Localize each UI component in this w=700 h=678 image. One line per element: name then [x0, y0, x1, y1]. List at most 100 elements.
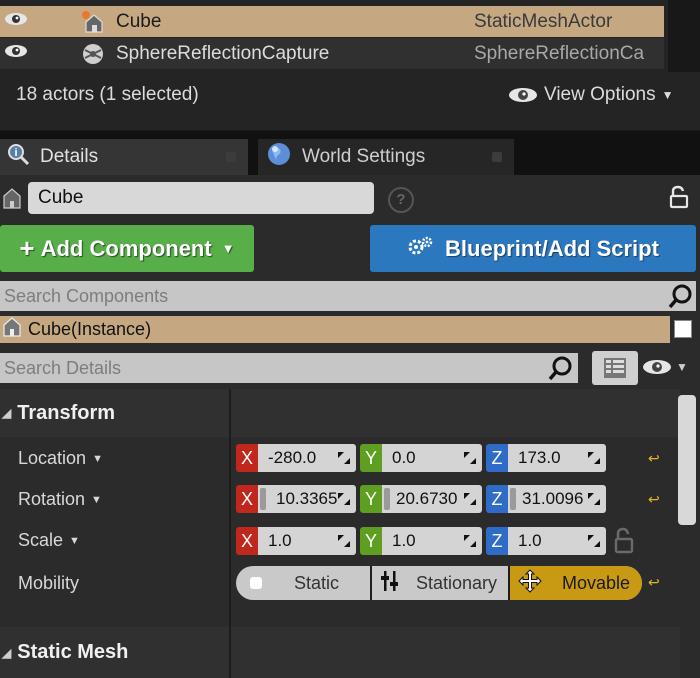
reset-to-default-icon[interactable]: ↩ — [648, 574, 660, 591]
search-components-input[interactable]: Search Components — [0, 281, 696, 311]
globe-icon — [266, 141, 292, 173]
lock-icon[interactable] — [668, 185, 690, 214]
mobility-movable-option[interactable]: Movable — [508, 566, 642, 600]
actor-icon — [2, 186, 22, 215]
static-mesh-section-header[interactable]: ◢ Static Mesh — [0, 627, 680, 678]
drag-handle-icon[interactable] — [464, 452, 476, 464]
static-mesh-actor-icon — [76, 10, 110, 34]
axis-z-label: Z — [486, 527, 508, 555]
visibility-eye-icon[interactable] — [2, 43, 30, 64]
section-title: Transform — [17, 401, 116, 424]
chevron-down-icon: ▼ — [69, 534, 80, 547]
drag-handle-icon[interactable] — [588, 535, 600, 547]
component-checkbox[interactable] — [674, 320, 692, 338]
blueprint-label: Blueprint/Add Script — [445, 235, 659, 261]
tab-details[interactable]: i Details — [0, 139, 248, 175]
reset-to-default-icon[interactable]: ↩ — [648, 450, 660, 467]
help-icon[interactable]: ? — [388, 187, 414, 213]
grid-icon — [604, 358, 626, 378]
axis-y-label: Y — [360, 527, 382, 555]
rotation-z-field[interactable]: Z 31.0096 — [486, 485, 606, 513]
expand-arrow-icon: ◢ — [2, 645, 12, 660]
search-details-input[interactable]: Search Details — [0, 353, 578, 383]
outliner-scrollbar[interactable] — [668, 0, 700, 72]
axis-y-label: Y — [360, 485, 382, 513]
tab-label: World Settings — [302, 146, 426, 167]
column-divider[interactable] — [229, 627, 231, 678]
details-scrollbar[interactable] — [678, 395, 696, 525]
axis-z-label: Z — [486, 444, 508, 472]
actor-count: 18 actors (1 selected) — [16, 84, 199, 105]
tab-close-icon[interactable] — [492, 152, 502, 162]
search-icon — [668, 283, 694, 314]
location-label[interactable]: Location ▼ — [18, 448, 103, 469]
scale-y-value: 1.0 — [392, 531, 416, 550]
mobility-stationary-option[interactable]: Stationary — [370, 566, 508, 600]
add-component-button[interactable]: + Add Component ▼ — [0, 225, 254, 272]
location-x-value: -280.0 — [268, 448, 317, 467]
mobility-stationary-label: Stationary — [416, 572, 498, 593]
mobility-movable-label: Movable — [562, 572, 631, 593]
scale-x-field[interactable]: X 1.0 — [236, 527, 356, 555]
axis-x-label: X — [236, 444, 258, 472]
rotation-y-field[interactable]: Y 20.6730 — [360, 485, 482, 513]
actor-icon — [2, 316, 22, 343]
scale-x-value: 1.0 — [268, 531, 292, 550]
actor-name: SphereReflectionCapture — [116, 42, 330, 64]
transform-section-header[interactable]: ◢ Transform — [0, 389, 680, 437]
reset-to-default-icon[interactable]: ↩ — [648, 491, 660, 508]
scale-y-field[interactable]: Y 1.0 — [360, 527, 482, 555]
chevron-down-icon: ▼ — [221, 241, 235, 256]
actor-name: Cube — [116, 10, 162, 32]
mobility-selector[interactable]: Static Stationary Movable — [236, 566, 642, 600]
axis-x-label: X — [236, 527, 258, 555]
location-y-field[interactable]: Y 0.0 — [360, 444, 482, 472]
rotation-label[interactable]: Rotation ▼ — [18, 489, 102, 510]
scale-z-field[interactable]: Z 1.0 — [486, 527, 606, 555]
axis-x-label: X — [236, 485, 258, 513]
rotation-x-field[interactable]: X 10.3365 — [236, 485, 356, 513]
plus-icon: + — [19, 233, 35, 263]
chevron-down-icon: ▼ — [91, 493, 102, 506]
gears-icon — [407, 234, 435, 264]
location-label-text: Location — [18, 448, 87, 468]
rotation-label-text: Rotation — [18, 489, 86, 509]
visibility-filter-button[interactable]: ▼ — [642, 358, 688, 376]
search-icon — [548, 355, 574, 386]
location-z-field[interactable]: Z 173.0 — [486, 444, 606, 472]
drag-handle-icon[interactable] — [338, 452, 350, 464]
mobility-static-option[interactable]: Static — [236, 566, 370, 600]
drag-handle-icon[interactable] — [338, 535, 350, 547]
tab-world-settings[interactable]: World Settings — [258, 139, 514, 175]
scale-lock-icon[interactable] — [612, 527, 636, 560]
outliner-row-cube[interactable]: Cube StaticMeshActor — [0, 6, 664, 37]
drag-handle-icon[interactable] — [464, 493, 476, 505]
drag-handle-icon[interactable] — [464, 535, 476, 547]
mobility-static-label: Static — [294, 572, 340, 593]
mobility-label: Mobility — [18, 573, 80, 593]
reflection-capture-icon — [76, 42, 110, 66]
location-y-value: 0.0 — [392, 448, 416, 467]
actor-name-field[interactable]: Cube — [28, 182, 374, 214]
visibility-eye-icon[interactable] — [2, 11, 30, 32]
axis-y-label: Y — [360, 444, 382, 472]
scale-label-text: Scale — [18, 530, 64, 550]
scale-z-value: 1.0 — [518, 531, 542, 550]
eye-icon — [643, 360, 671, 374]
tab-close-icon[interactable] — [226, 152, 236, 162]
drag-handle-icon[interactable] — [338, 493, 350, 505]
component-instance-row[interactable]: Cube(Instance) — [0, 316, 670, 343]
view-options-button[interactable]: View Options ▼ — [508, 84, 674, 106]
drag-handle-icon[interactable] — [588, 493, 600, 505]
blueprint-add-script-button[interactable]: Blueprint/Add Script — [370, 225, 696, 272]
add-component-label: Add Component — [40, 235, 212, 261]
chevron-down-icon: ▼ — [661, 88, 674, 102]
column-divider[interactable] — [229, 389, 231, 627]
actor-type: StaticMeshActor — [474, 10, 613, 32]
property-matrix-button[interactable] — [592, 351, 638, 385]
scale-label[interactable]: Scale ▼ — [18, 530, 80, 551]
magnifier-icon: i — [6, 142, 30, 172]
location-x-field[interactable]: X -280.0 — [236, 444, 356, 472]
outliner-row-sphere-reflection[interactable]: SphereReflectionCapture SphereReflection… — [0, 38, 664, 69]
drag-handle-icon[interactable] — [588, 452, 600, 464]
